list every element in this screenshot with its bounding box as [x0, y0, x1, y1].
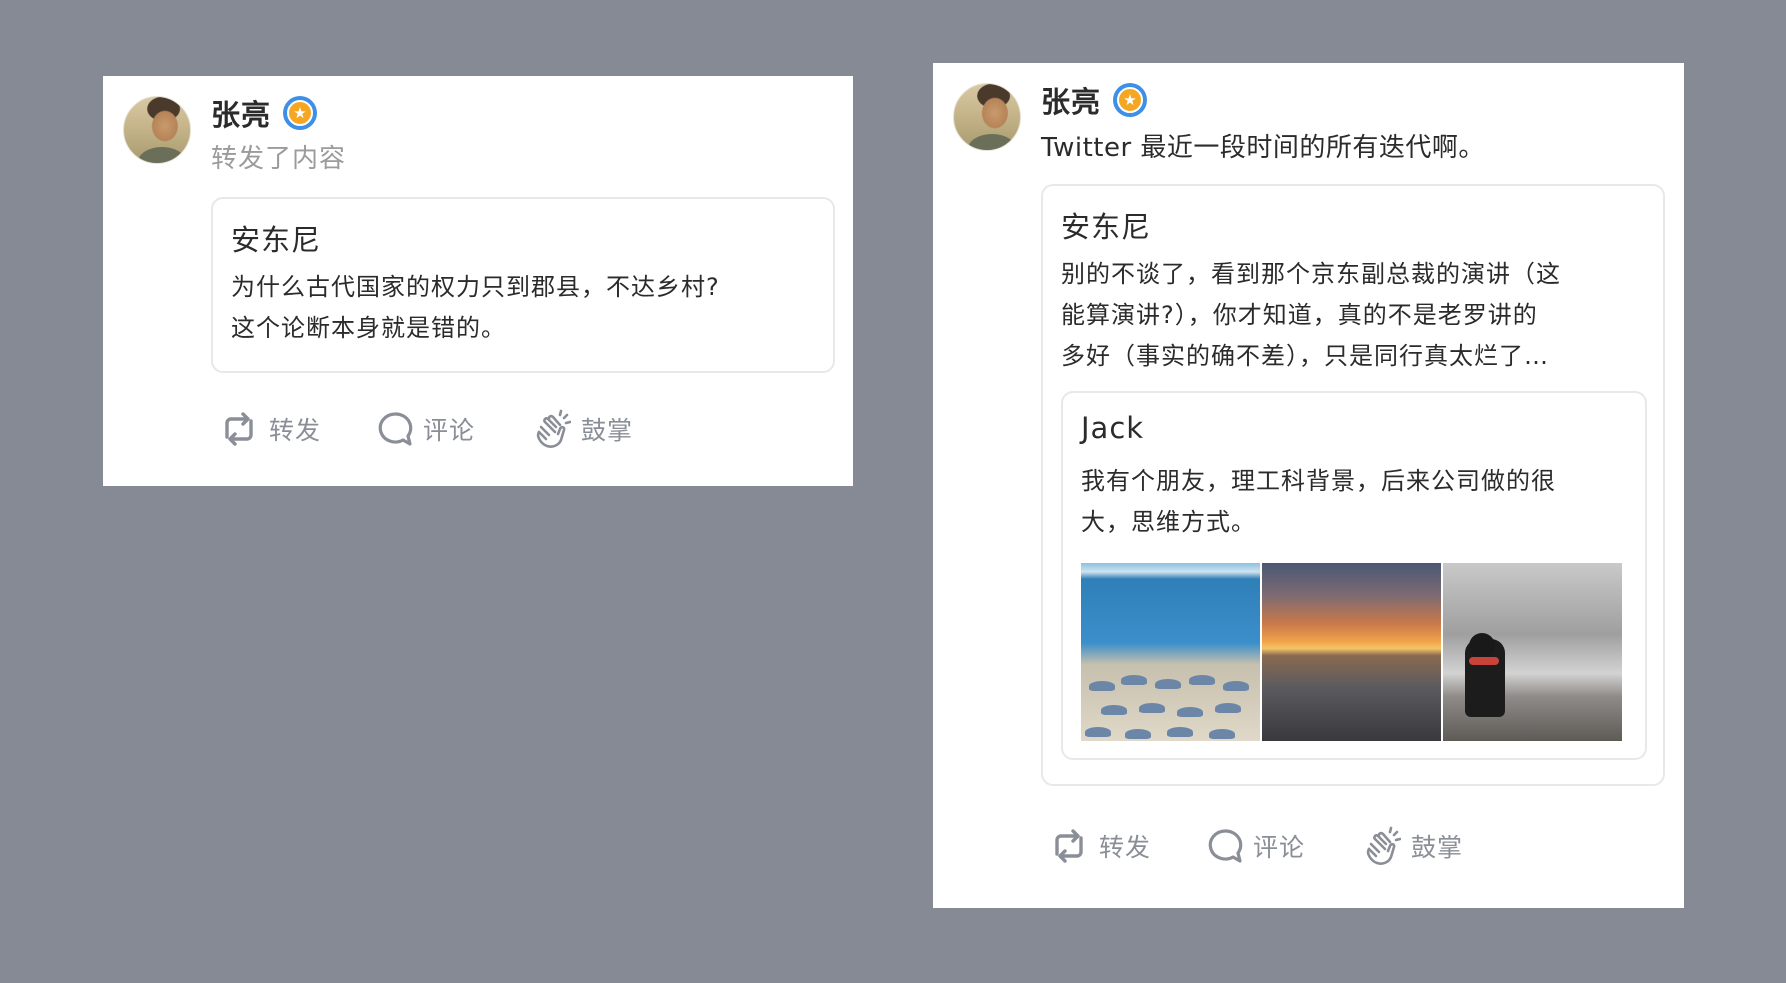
quoted-post-text: 为什么古代国家的权力只到郡县，不达乡村? 这个论断本身就是错的。	[231, 267, 817, 349]
repost-button[interactable]: 转发	[219, 411, 321, 447]
nested-quoted-post[interactable]: Jack 我有个朋友，理工科背景，后来公司做的很 大，思维方式。	[1061, 391, 1647, 760]
comment-icon	[378, 412, 413, 446]
comment-button[interactable]: 评论	[377, 411, 475, 447]
photo-grid	[1081, 563, 1622, 741]
quoted-text-line: 为什么古代国家的权力只到郡县，不达乡村?	[231, 273, 720, 301]
nested-author-name[interactable]: Jack	[1081, 411, 1144, 445]
quoted-post[interactable]: 安东尼 别的不谈了，看到那个京东副总裁的演讲（这 能算演讲?），你才知道，真的不…	[1041, 184, 1665, 786]
repost-label: 转发	[1099, 833, 1152, 862]
quoted-author-name[interactable]: 安东尼	[1061, 204, 1151, 246]
comment-label: 评论	[1253, 833, 1306, 862]
quoted-text-line: 这个论断本身就是错的。	[231, 314, 506, 342]
applaud-label: 鼓掌	[581, 416, 634, 445]
repost-label: 转发	[269, 416, 322, 445]
quoted-text-line: 能算演讲?），你才知道，真的不是老罗讲的	[1061, 301, 1538, 329]
quoted-text-line: 多好（事实的确不差），只是同行真太烂了…	[1061, 342, 1549, 370]
applaud-button[interactable]: 鼓掌	[531, 409, 633, 449]
quoted-post[interactable]: 安东尼 为什么古代国家的权力只到郡县，不达乡村? 这个论断本身就是错的。	[211, 197, 835, 373]
verified-star-icon: ★	[283, 96, 318, 130]
quoted-text-line: 别的不谈了，看到那个京东副总裁的演讲（这	[1061, 260, 1561, 288]
action-bar: 转发 评论 鼓掌	[219, 409, 689, 449]
nested-text-line: 大，思维方式。	[1081, 508, 1256, 536]
author-name[interactable]: 张亮	[1041, 79, 1101, 121]
clap-icon	[1366, 826, 1402, 865]
comment-label: 评论	[423, 416, 476, 445]
sunset-photo[interactable]	[1262, 563, 1441, 741]
author-row: 张亮 ★	[1041, 79, 1148, 121]
repost-card: 张亮 ★ 转发了内容 安东尼 为什么古代国家的权力只到郡县，不达乡村? 这个论断…	[103, 76, 853, 486]
repost-icon	[1055, 829, 1083, 863]
verified-star-icon: ★	[1113, 83, 1148, 117]
avatar[interactable]	[953, 83, 1021, 151]
applaud-button[interactable]: 鼓掌	[1361, 826, 1463, 866]
quoted-post-text: 别的不谈了，看到那个京东副总裁的演讲（这 能算演讲?），你才知道，真的不是老罗讲…	[1061, 254, 1647, 377]
repost-button[interactable]: 转发	[1049, 828, 1151, 864]
author-name[interactable]: 张亮	[211, 92, 271, 134]
nested-text-line: 我有个朋友，理工科背景，后来公司做的很	[1081, 467, 1556, 495]
action-bar: 转发 评论 鼓掌	[1049, 826, 1519, 866]
applaud-label: 鼓掌	[1411, 833, 1464, 862]
nested-post-text: 我有个朋友，理工科背景，后来公司做的很 大，思维方式。	[1081, 461, 1629, 543]
clap-icon	[536, 409, 572, 448]
repost-icon	[225, 412, 253, 446]
dog-photo[interactable]	[1443, 563, 1622, 741]
comment-button[interactable]: 评论	[1207, 828, 1305, 864]
beach-photo[interactable]	[1081, 563, 1260, 741]
repost-card: 张亮 ★ Twitter 最近一段时间的所有迭代啊。 安东尼 别的不谈了，看到那…	[933, 63, 1684, 908]
repost-subtitle: 转发了内容	[211, 144, 347, 174]
quoted-author-name[interactable]: 安东尼	[231, 217, 321, 259]
post-text: Twitter 最近一段时间的所有迭代啊。	[1041, 133, 1485, 163]
comment-icon	[1208, 829, 1243, 863]
author-row: 张亮 ★	[211, 92, 318, 134]
avatar[interactable]	[123, 96, 191, 164]
